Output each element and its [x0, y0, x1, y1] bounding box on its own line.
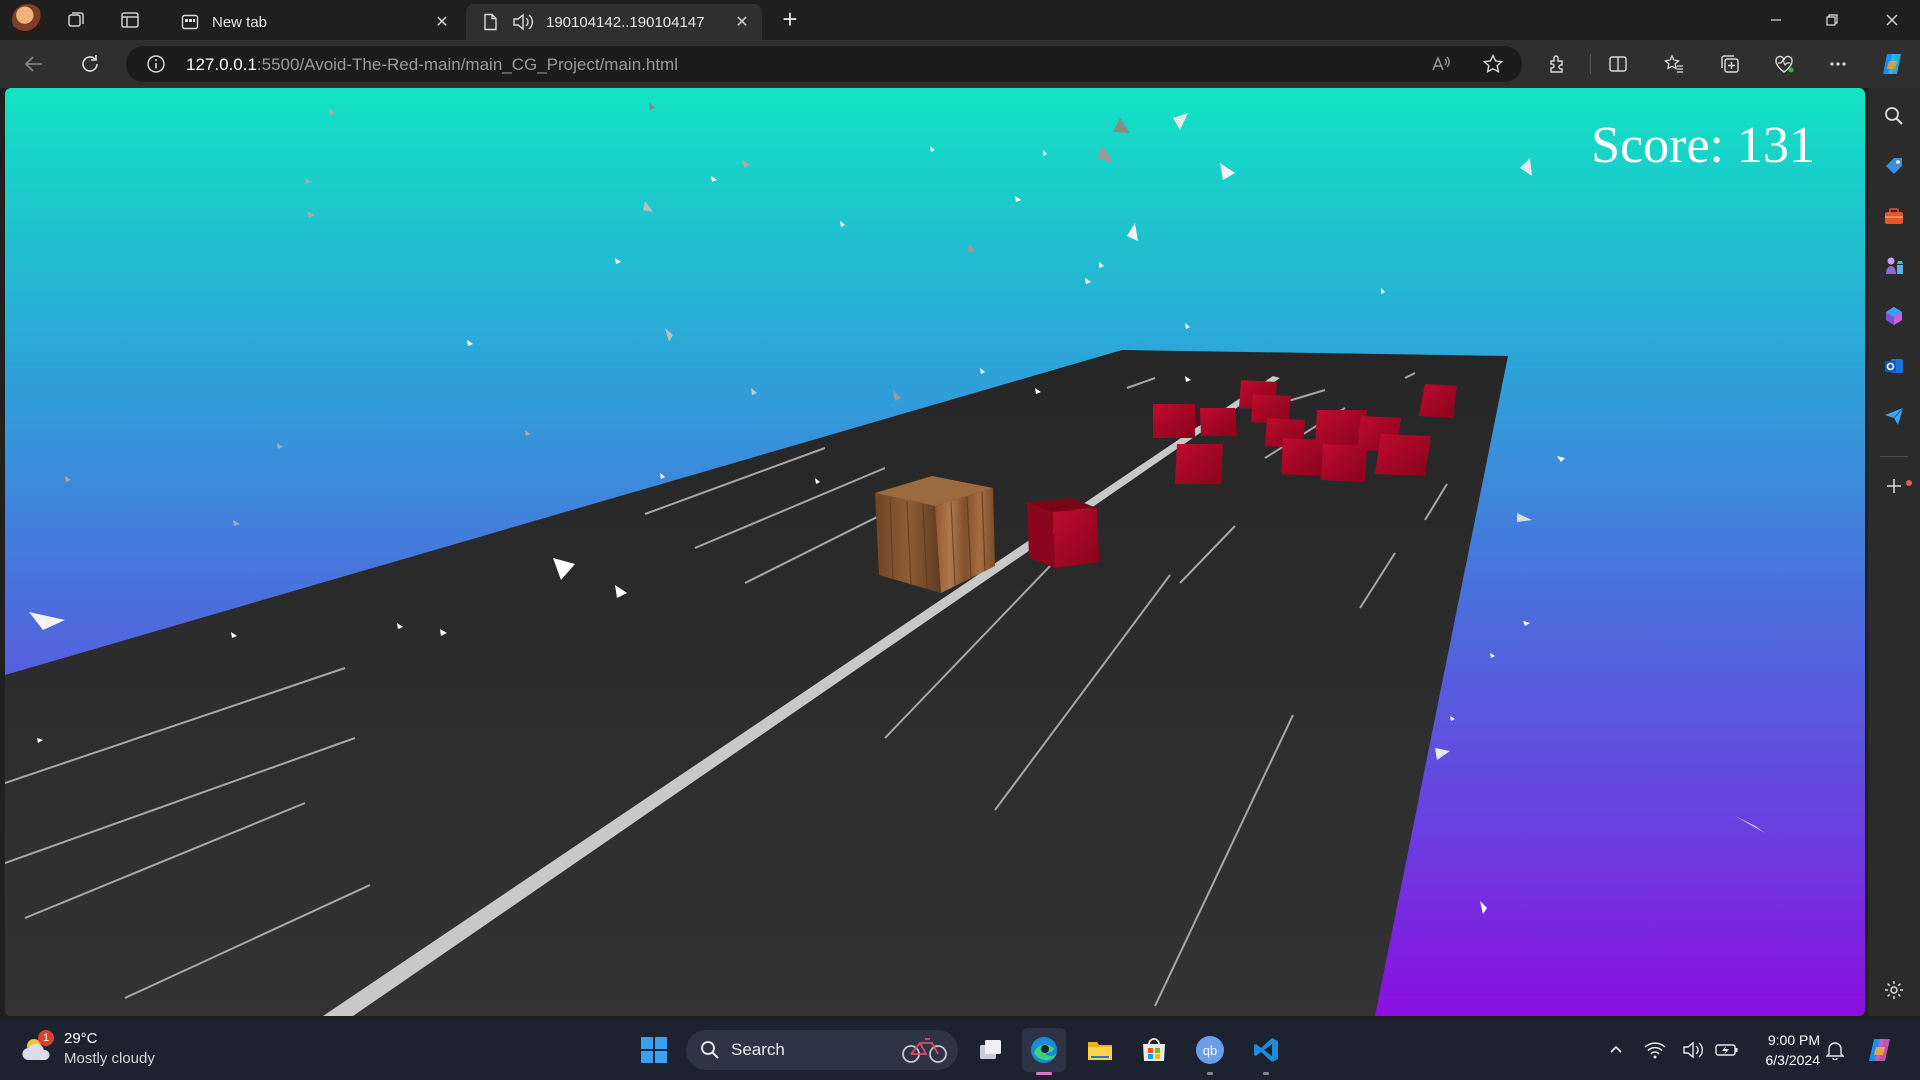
show-hidden-icons-chevron-icon[interactable] [1602, 1028, 1630, 1072]
copilot-taskbar-icon[interactable] [1858, 1028, 1902, 1072]
profile-avatar[interactable] [12, 4, 44, 36]
clock-date: 6/3/2024 [1765, 1052, 1821, 1068]
score-display: Score: 131 [1591, 117, 1815, 174]
new-tab-page-icon [180, 12, 200, 32]
extensions-icon[interactable] [1542, 48, 1574, 80]
tools-briefcase-icon[interactable] [1880, 202, 1908, 230]
browser-toolbar: 127.0.0.1:5500/Avoid-The-Red-main/main_C… [0, 40, 1920, 88]
split-screen-icon[interactable] [1602, 48, 1634, 80]
clock[interactable]: 9:00 PM 6/3/2024 [1746, 1030, 1821, 1070]
svg-text:qb: qb [1203, 1043, 1217, 1058]
shopping-tag-icon[interactable] [1880, 152, 1908, 180]
address-bar[interactable]: 127.0.0.1:5500/Avoid-The-Red-main/main_C… [126, 46, 1522, 82]
microsoft-store-icon[interactable] [1132, 1028, 1176, 1072]
minimize-icon[interactable] [1748, 0, 1804, 40]
microsoft-365-icon[interactable] [1880, 302, 1908, 330]
notification-dot [1906, 480, 1912, 486]
speaker-icon[interactable] [512, 12, 534, 32]
document-icon [480, 12, 500, 32]
refresh-icon[interactable] [74, 48, 106, 80]
weather-description: Mostly cloudy [64, 1050, 155, 1067]
restore-icon[interactable] [1804, 0, 1860, 40]
active-app-indicator [1036, 1072, 1052, 1075]
search-icon[interactable] [1880, 102, 1908, 130]
volume-icon[interactable] [1678, 1028, 1708, 1072]
search-icon [700, 1040, 720, 1060]
red-cube [1153, 404, 1200, 438]
more-options-icon[interactable] [1822, 48, 1854, 80]
vertical-tabs-icon[interactable] [116, 6, 144, 34]
favorites-icon[interactable] [1658, 48, 1690, 80]
back-arrow-icon[interactable] [18, 48, 50, 80]
add-sidebar-app-icon[interactable] [1880, 472, 1908, 500]
weather-alert-badge: 1 [38, 1030, 54, 1046]
tab-new-tab[interactable]: New tab ✕ [166, 4, 462, 40]
game-scene [5, 102, 1765, 1016]
browser-essentials-icon[interactable] [1768, 48, 1800, 80]
weather-widget[interactable]: 1 29°C Mostly cloudy [20, 1028, 170, 1072]
task-view-icon[interactable] [968, 1028, 1012, 1072]
close-window-icon[interactable] [1864, 0, 1920, 40]
read-aloud-icon[interactable] [1430, 53, 1452, 75]
red-cube [1200, 408, 1237, 436]
bicycle-icon [900, 1036, 950, 1064]
games-chess-icon[interactable] [1880, 252, 1908, 280]
outlook-icon[interactable] [1880, 352, 1908, 380]
qbittorrent-icon[interactable]: qb [1188, 1028, 1232, 1075]
weather-temperature: 29°C [64, 1030, 98, 1047]
notification-bell-icon[interactable] [1818, 1028, 1852, 1072]
red-cube [1419, 384, 1457, 418]
new-tab-plus-icon[interactable]: + [776, 6, 804, 34]
close-tab-icon[interactable]: ✕ [732, 12, 752, 32]
url-path: :5500/Avoid-The-Red-main/main_CG_Project… [256, 55, 678, 74]
site-info-icon[interactable] [146, 54, 166, 74]
running-app-indicator [1263, 1072, 1269, 1075]
windows-taskbar: 1 29°C Mostly cloudy Search qb 9:00 PM 6… [0, 1020, 1920, 1080]
favorite-star-icon[interactable] [1482, 53, 1504, 75]
url-host: 127.0.0.1 [186, 55, 257, 74]
start-windows-icon[interactable] [632, 1028, 676, 1072]
red-cube-near [1027, 498, 1099, 568]
edge-browser-icon[interactable] [1022, 1028, 1066, 1075]
search-label: Search [731, 1040, 785, 1059]
collections-icon[interactable] [1714, 48, 1746, 80]
url-text[interactable]: 127.0.0.1:5500/Avoid-The-Red-main/main_C… [186, 55, 678, 75]
sidebar-divider [1880, 456, 1908, 457]
game-canvas[interactable]: Score: 131 [5, 88, 1865, 1016]
clock-time: 9:00 PM [1767, 1032, 1820, 1048]
edge-sidebar [1868, 88, 1920, 1016]
tab-label: 190104142..190104147 [546, 13, 705, 31]
red-cube [1175, 444, 1223, 484]
red-cube [1321, 444, 1367, 482]
workspaces-icon[interactable] [62, 6, 90, 34]
tab-label: New tab [212, 13, 268, 31]
battery-charging-icon[interactable] [1712, 1028, 1742, 1072]
red-cube [1375, 434, 1431, 476]
tab-game[interactable]: 190104142..190104147 ✕ [466, 4, 762, 40]
vscode-icon[interactable] [1244, 1028, 1288, 1075]
tab-strip: New tab ✕ 190104142..190104147 ✕ + [0, 0, 1920, 40]
copilot-icon[interactable] [1876, 48, 1908, 80]
file-explorer-icon[interactable] [1078, 1028, 1122, 1072]
toolbar-divider [1590, 54, 1591, 74]
taskbar-search[interactable]: Search [686, 1030, 958, 1070]
wifi-icon[interactable] [1640, 1028, 1670, 1072]
sidebar-settings-gear-icon[interactable] [1880, 976, 1908, 1004]
close-tab-icon[interactable]: ✕ [432, 12, 452, 32]
send-drop-icon[interactable] [1880, 402, 1908, 430]
running-app-indicator [1207, 1072, 1213, 1075]
